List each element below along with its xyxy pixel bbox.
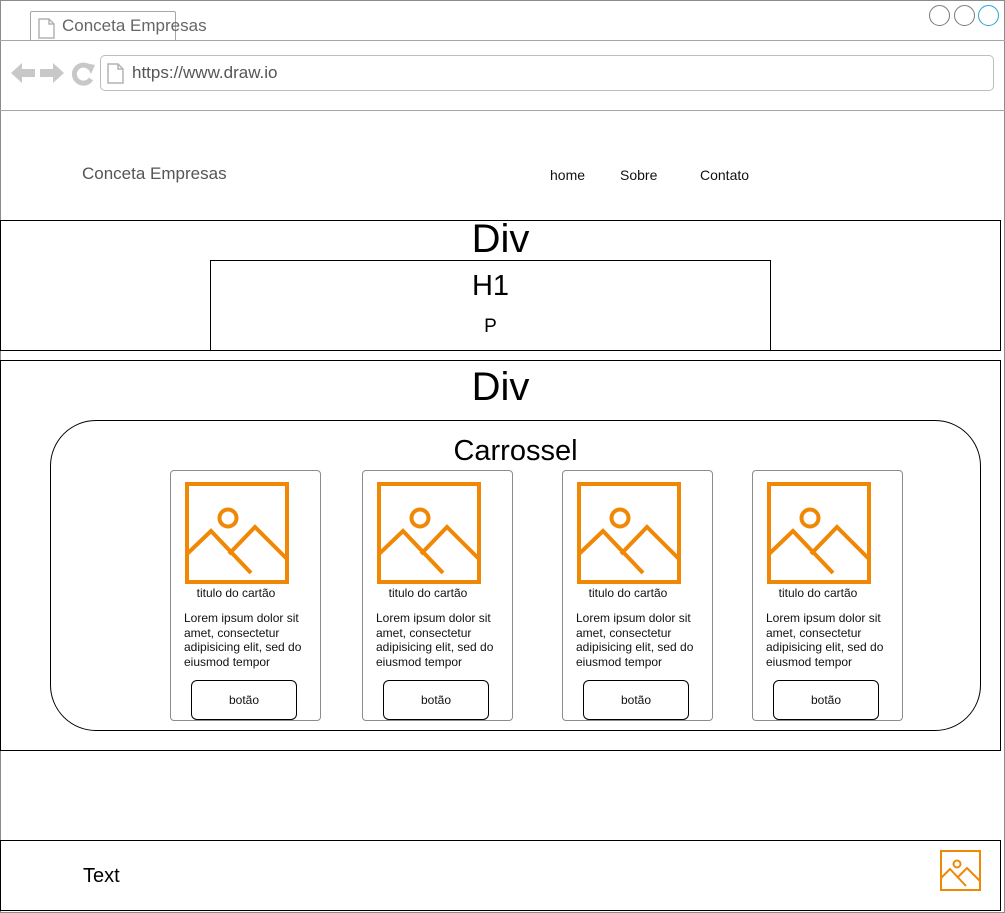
image-placeholder-icon bbox=[377, 482, 481, 589]
card-title: titulo do cartão bbox=[388, 586, 468, 600]
carousel-card: titulo do cartão Lorem ipsum dolor sit a… bbox=[362, 470, 513, 721]
back-arrow-icon[interactable] bbox=[11, 62, 35, 89]
toolbar-divider bbox=[0, 110, 1005, 111]
window-button-minimize[interactable] bbox=[929, 5, 950, 26]
carousel-card: titulo do cartão Lorem ipsum dolor sit a… bbox=[752, 470, 903, 721]
card-button[interactable]: botão bbox=[773, 680, 879, 720]
hero-div-label: Div bbox=[471, 217, 530, 261]
carousel-title: Carrossel bbox=[453, 435, 578, 467]
card-button[interactable]: botão bbox=[191, 680, 297, 720]
image-placeholder-icon bbox=[940, 850, 981, 896]
image-placeholder-icon bbox=[767, 482, 871, 589]
site-brand[interactable]: Conceta Empresas bbox=[82, 164, 227, 184]
browser-tab[interactable]: Conceta Empresas bbox=[30, 11, 207, 41]
address-bar[interactable]: https://www.draw.io bbox=[100, 55, 994, 91]
window-button-close[interactable] bbox=[978, 5, 999, 26]
card-title: titulo do cartão bbox=[778, 586, 858, 600]
page-icon bbox=[107, 63, 124, 89]
footer: Text bbox=[0, 840, 1001, 911]
heading-box: H1 P bbox=[210, 260, 771, 351]
card-title: titulo do cartão bbox=[196, 586, 276, 600]
nav-link-sobre[interactable]: Sobre bbox=[620, 167, 657, 183]
content-div-label: Div bbox=[471, 365, 530, 409]
carousel-card: titulo do cartão Lorem ipsum dolor sit a… bbox=[170, 470, 321, 721]
window-button-maximize[interactable] bbox=[954, 5, 975, 26]
card-button[interactable]: botão bbox=[583, 680, 689, 720]
heading-h1: H1 bbox=[471, 270, 510, 302]
image-placeholder-icon bbox=[185, 482, 289, 589]
carousel-card: titulo do cartão Lorem ipsum dolor sit a… bbox=[562, 470, 713, 721]
forward-arrow-icon[interactable] bbox=[40, 62, 64, 89]
card-text: Lorem ipsum dolor sit amet, consectetur … bbox=[376, 611, 494, 669]
card-title: titulo do cartão bbox=[588, 586, 668, 600]
card-text: Lorem ipsum dolor sit amet, consectetur … bbox=[184, 611, 302, 669]
tab-bar-divider bbox=[0, 40, 1005, 41]
nav-link-contato[interactable]: Contato bbox=[700, 167, 749, 183]
image-placeholder-icon bbox=[577, 482, 681, 589]
footer-text: Text bbox=[83, 865, 120, 887]
reload-icon[interactable] bbox=[71, 62, 95, 91]
tab-title: Conceta Empresas bbox=[62, 16, 207, 35]
nav-link-home[interactable]: home bbox=[550, 167, 585, 183]
card-button[interactable]: botão bbox=[383, 680, 489, 720]
url-text: https://www.draw.io bbox=[132, 63, 278, 82]
card-text: Lorem ipsum dolor sit amet, consectetur … bbox=[766, 611, 884, 669]
heading-paragraph: P bbox=[484, 316, 497, 337]
card-text: Lorem ipsum dolor sit amet, consectetur … bbox=[576, 611, 694, 669]
